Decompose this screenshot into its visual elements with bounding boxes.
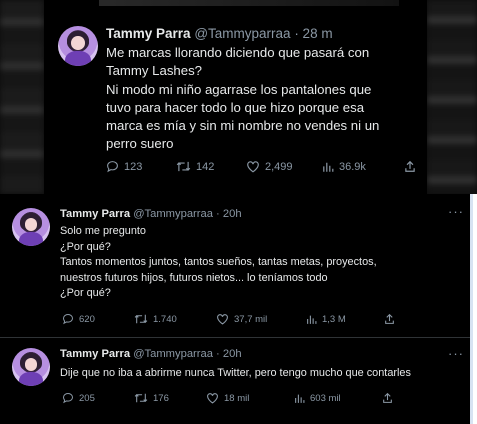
reply-count: 123 bbox=[124, 160, 143, 173]
share-icon bbox=[383, 392, 392, 403]
retweet-count: 142 bbox=[196, 160, 215, 173]
tweet-line: Me marcas llorando diciendo que pasará c… bbox=[106, 45, 370, 60]
tweet-card-1[interactable]: Tammy Parra @Tammyparraa · 28 m Me marca… bbox=[44, 0, 427, 194]
share-button[interactable] bbox=[384, 313, 395, 325]
previous-tweet-remnant bbox=[99, 0, 399, 6]
tweet-line: ¿Por qué? bbox=[60, 240, 111, 253]
tweet-line: Tammy Lashes? bbox=[106, 63, 203, 79]
retweet-count: 176 bbox=[153, 392, 169, 404]
tweet-actions: 620 1.740 37,7 mil 1,3 M bbox=[62, 313, 395, 325]
tweet-line: Tantos momentos juntos, tantos sueños, t… bbox=[60, 256, 377, 269]
reply-button[interactable]: 205 bbox=[62, 392, 134, 404]
views-icon bbox=[307, 315, 317, 324]
like-icon bbox=[247, 161, 259, 173]
views-button[interactable]: 36.9k bbox=[322, 161, 404, 173]
screenshot-top-section: Tammy Parra @Tammyparraa · 28 m Me marca… bbox=[0, 0, 477, 194]
like-button[interactable]: 18 mil bbox=[206, 392, 294, 404]
views-count: 36.9k bbox=[339, 160, 366, 173]
tweet-time[interactable]: · 28 m bbox=[294, 26, 332, 41]
more-options-button[interactable]: ··· bbox=[448, 204, 464, 219]
tweet-actions: 205 176 18 mil 603 mil bbox=[62, 392, 393, 404]
author-name[interactable]: Tammy Parra bbox=[60, 208, 130, 220]
blurred-background-right bbox=[427, 0, 477, 194]
tweet-header: Tammy Parra @Tammyparraa · 20h bbox=[60, 208, 242, 220]
avatar[interactable] bbox=[58, 26, 98, 66]
more-icon: ··· bbox=[448, 346, 464, 361]
like-count: 18 mil bbox=[224, 392, 250, 404]
retweet-button[interactable]: 142 bbox=[176, 160, 246, 173]
retweet-button[interactable]: 1.740 bbox=[134, 313, 216, 325]
more-icon: ··· bbox=[448, 204, 464, 219]
like-button[interactable]: 2,499 bbox=[246, 160, 322, 173]
like-icon bbox=[207, 393, 218, 404]
tweet-line: ¿Por qué? bbox=[60, 287, 111, 300]
share-button[interactable] bbox=[404, 160, 416, 173]
tweet-line: Ni modo mi niño agarrase los pantalones … bbox=[106, 81, 372, 97]
tweet-text: Solo me pregunto ¿Por qué? Tantos moment… bbox=[60, 224, 377, 302]
retweet-icon bbox=[176, 161, 191, 172]
tweet-line: perro suero bbox=[106, 136, 174, 152]
views-icon bbox=[295, 394, 305, 403]
tweet-card-2[interactable]: Tammy Parra @Tammyparraa · 20h ··· Solo … bbox=[0, 194, 470, 337]
tweet-text: Dije que no iba a abrirme nunca Twitter,… bbox=[60, 366, 411, 381]
author-handle[interactable]: @Tammyparraa bbox=[133, 348, 213, 360]
tweet-line: tuvo para hacer todo lo que hizo porque … bbox=[106, 99, 365, 115]
avatar[interactable] bbox=[12, 208, 50, 246]
tweet-line: Solo me pregunto bbox=[60, 225, 146, 237]
tweet-time[interactable]: · 20h bbox=[216, 208, 242, 220]
tweet-header: Tammy Parra @Tammyparraa · 20h bbox=[60, 348, 242, 360]
tweet-card-3[interactable]: Tammy Parra @Tammyparraa · 20h ··· Dije … bbox=[0, 338, 470, 424]
like-count: 37,7 mil bbox=[234, 313, 268, 325]
tweet-actions: 123 142 2,499 36.9k bbox=[106, 160, 416, 173]
views-button[interactable]: 1,3 M bbox=[306, 314, 384, 325]
like-count: 2,499 bbox=[265, 160, 293, 173]
reply-icon bbox=[62, 313, 74, 325]
share-icon bbox=[385, 313, 394, 324]
reply-count: 205 bbox=[79, 392, 95, 404]
author-handle[interactable]: @Tammyparraa bbox=[133, 208, 213, 220]
views-button[interactable]: 603 mil bbox=[294, 393, 382, 404]
author-name[interactable]: Tammy Parra bbox=[60, 348, 130, 360]
like-button[interactable]: 37,7 mil bbox=[216, 313, 306, 325]
author-handle[interactable]: @Tammyparraa bbox=[194, 26, 290, 41]
tweet-line: nuestros futuros hijos, futuros nietos..… bbox=[60, 271, 328, 284]
retweet-icon bbox=[134, 314, 148, 324]
tweet-line: marca es mía y sin mi nombre no vendes n… bbox=[106, 118, 380, 134]
share-icon bbox=[405, 160, 415, 172]
tweet-time[interactable]: · 20h bbox=[216, 348, 242, 360]
page-edge bbox=[470, 194, 477, 424]
blurred-background-left bbox=[0, 0, 44, 194]
views-count: 603 mil bbox=[310, 392, 341, 404]
views-icon bbox=[323, 162, 334, 172]
avatar[interactable] bbox=[12, 348, 50, 386]
share-button[interactable] bbox=[382, 392, 393, 404]
retweet-icon bbox=[134, 393, 148, 403]
reply-button[interactable]: 123 bbox=[106, 160, 176, 173]
retweet-count: 1.740 bbox=[153, 313, 177, 325]
like-icon bbox=[217, 314, 228, 325]
retweet-button[interactable]: 176 bbox=[134, 392, 206, 404]
more-options-button[interactable]: ··· bbox=[448, 346, 464, 361]
author-name[interactable]: Tammy Parra bbox=[106, 26, 191, 41]
tweet-text: Me marcas llorando diciendo que pasará c… bbox=[106, 44, 379, 154]
tweet-header: Tammy Parra @Tammyparraa · 28 m bbox=[106, 26, 333, 41]
reply-icon bbox=[107, 161, 118, 173]
tweet-line: Dije que no iba a abrirme nunca Twitter,… bbox=[60, 367, 411, 379]
views-count: 1,3 M bbox=[322, 313, 346, 325]
reply-button[interactable]: 620 bbox=[62, 313, 134, 325]
reply-icon bbox=[62, 392, 74, 404]
reply-count: 620 bbox=[79, 313, 95, 325]
